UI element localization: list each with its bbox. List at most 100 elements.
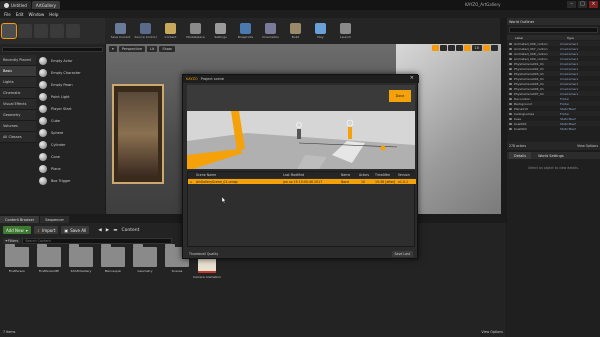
place-category[interactable]: Basic bbox=[0, 66, 36, 77]
toolbar-save-current-button[interactable]: Save Current bbox=[108, 19, 133, 43]
toolbar-settings-button[interactable]: Settings bbox=[208, 19, 233, 43]
forward-icon[interactable]: ▶ bbox=[106, 228, 109, 233]
tab-details[interactable]: Details bbox=[509, 152, 532, 159]
place-item[interactable]: Box Trigger bbox=[37, 175, 105, 187]
maximize-button[interactable]: □ bbox=[578, 0, 587, 8]
paint-mode-icon[interactable] bbox=[18, 24, 32, 38]
place-item[interactable]: Plane bbox=[37, 163, 105, 175]
visibility-eye-icon[interactable] bbox=[509, 107, 512, 110]
col-version[interactable]: Version bbox=[398, 172, 410, 178]
translate-icon[interactable] bbox=[431, 45, 439, 51]
grid-value[interactable]: 10 bbox=[471, 45, 482, 51]
geometry-mode-icon[interactable] bbox=[66, 24, 80, 38]
folder-tile[interactable]: Geometry bbox=[132, 244, 158, 273]
visibility-eye-icon[interactable] bbox=[509, 102, 512, 105]
visibility-eye-icon[interactable] bbox=[509, 42, 512, 45]
col-timeafter[interactable]: TimeAfter bbox=[375, 172, 390, 178]
folder-tile[interactable]: KAYZOGallery bbox=[68, 244, 94, 273]
back-icon[interactable]: ◀ bbox=[98, 228, 101, 233]
place-item[interactable]: Cone bbox=[37, 151, 105, 163]
tab-sequencer[interactable]: Sequencer bbox=[40, 216, 69, 223]
scale-icon[interactable] bbox=[447, 45, 455, 51]
save-last-button[interactable]: Save Last bbox=[391, 250, 413, 257]
path-content[interactable]: Content bbox=[121, 228, 139, 233]
place-item[interactable]: Cylinder bbox=[37, 139, 105, 151]
rotate-icon[interactable] bbox=[439, 45, 447, 51]
place-category[interactable]: Volumes bbox=[0, 121, 36, 132]
visibility-eye-icon[interactable] bbox=[509, 52, 512, 55]
add-new-button[interactable]: Add New ▾ bbox=[3, 226, 31, 234]
toolbar-marketplace-button[interactable]: Marketplace bbox=[183, 19, 208, 43]
place-item[interactable]: Empty Pawn bbox=[37, 79, 105, 91]
visibility-eye-icon[interactable] bbox=[509, 112, 512, 115]
show-button[interactable]: Show bbox=[159, 45, 175, 52]
col-scene-name[interactable]: Scene Name bbox=[196, 172, 216, 178]
visibility-eye-icon[interactable] bbox=[509, 77, 512, 80]
place-item[interactable]: Empty Character bbox=[37, 67, 105, 79]
content-search-input[interactable]: Search Content bbox=[22, 237, 173, 244]
window-tab-untitled[interactable]: Untitled bbox=[0, 1, 31, 9]
toolbar-play-button[interactable]: Play bbox=[308, 19, 333, 43]
toolbar-build-button[interactable]: Build bbox=[283, 19, 308, 43]
toolbar-source-control-button[interactable]: Source Control bbox=[133, 19, 158, 43]
tab-content-browser[interactable]: Content Browser bbox=[0, 216, 40, 223]
filters-button[interactable]: ⏷ Filters bbox=[3, 237, 21, 244]
visibility-eye-icon[interactable] bbox=[509, 62, 512, 65]
place-category[interactable]: Geometry bbox=[0, 110, 36, 121]
place-item[interactable]: Cube bbox=[37, 115, 105, 127]
maximize-viewport-icon[interactable] bbox=[491, 45, 498, 51]
col-last-modified[interactable]: Last Modified bbox=[283, 172, 304, 178]
menu-window[interactable]: Window bbox=[28, 12, 44, 17]
outliner-row[interactable]: bowl002 StaticMesh bbox=[507, 126, 600, 131]
place-item[interactable]: Empty Actor bbox=[37, 55, 105, 67]
visibility-eye-icon[interactable] bbox=[509, 87, 512, 90]
minimize-button[interactable]: – bbox=[567, 0, 576, 8]
place-item[interactable]: Player Start bbox=[37, 103, 105, 115]
toolbar-launch-button[interactable]: Launch bbox=[333, 19, 358, 43]
place-category[interactable]: Recently Placed bbox=[0, 55, 36, 66]
place-category[interactable]: Visual Effects bbox=[0, 99, 36, 110]
visibility-eye-icon[interactable] bbox=[509, 57, 512, 60]
scene-row[interactable]: ▫ ArtGalleryScene_01.umap jan xx 19 10:0… bbox=[188, 179, 416, 184]
place-category[interactable]: All Classes bbox=[0, 132, 36, 143]
toolbar-content-button[interactable]: Content bbox=[158, 19, 183, 43]
toolbar-cinematics-button[interactable]: Cinematics bbox=[258, 19, 283, 43]
place-category[interactable]: Lights bbox=[0, 77, 36, 88]
grid-snap-icon[interactable] bbox=[463, 45, 471, 51]
menu-help[interactable]: Help bbox=[49, 12, 58, 17]
toolbar-blueprints-button[interactable]: Blueprints bbox=[233, 19, 258, 43]
close-button[interactable]: × bbox=[589, 0, 598, 8]
tab-world-settings[interactable]: World Settings bbox=[533, 152, 569, 159]
place-mode-icon[interactable] bbox=[1, 23, 17, 39]
dialog-close-icon[interactable]: × bbox=[410, 75, 414, 83]
visibility-eye-icon[interactable] bbox=[509, 117, 512, 120]
visibility-eye-icon[interactable] bbox=[509, 92, 512, 95]
window-tab-artgallery[interactable]: ArtGallery bbox=[31, 1, 61, 9]
place-search-input[interactable] bbox=[2, 47, 103, 52]
lit-button[interactable]: Lit bbox=[147, 45, 158, 52]
visibility-eye-icon[interactable] bbox=[509, 72, 512, 75]
outliner-view-options[interactable]: View Options bbox=[577, 144, 598, 148]
visibility-eye-icon[interactable] bbox=[509, 122, 512, 125]
visibility-eye-icon[interactable] bbox=[509, 127, 512, 130]
visibility-eye-icon[interactable] bbox=[509, 97, 512, 100]
asset-tile[interactable]: Camera Animation bbox=[193, 259, 221, 279]
visibility-eye-icon[interactable] bbox=[509, 82, 512, 85]
import-button[interactable]: ⇩ Import bbox=[33, 226, 59, 234]
world-icon[interactable] bbox=[455, 45, 463, 51]
dialog-done-button[interactable]: Done bbox=[389, 90, 411, 102]
visibility-eye-icon[interactable] bbox=[509, 47, 512, 50]
folder-tile[interactable]: FirstPersonBP bbox=[36, 244, 62, 273]
viewport-options-button[interactable]: ▾ bbox=[109, 45, 117, 52]
col-name[interactable]: Name bbox=[341, 172, 350, 178]
foliage-mode-icon[interactable] bbox=[50, 24, 64, 38]
outliner-search-input[interactable] bbox=[509, 27, 598, 33]
folder-tile[interactable]: Mannequin bbox=[100, 244, 126, 273]
type-column[interactable]: Type bbox=[567, 35, 574, 40]
col-actors[interactable]: Actors bbox=[359, 172, 369, 178]
perspective-button[interactable]: Perspective bbox=[118, 45, 146, 52]
visibility-eye-icon[interactable] bbox=[509, 67, 512, 70]
folder-tile[interactable]: FirstPerson bbox=[4, 244, 30, 273]
place-category[interactable]: Cinematic bbox=[0, 88, 36, 99]
menu-file[interactable]: File bbox=[4, 12, 11, 17]
